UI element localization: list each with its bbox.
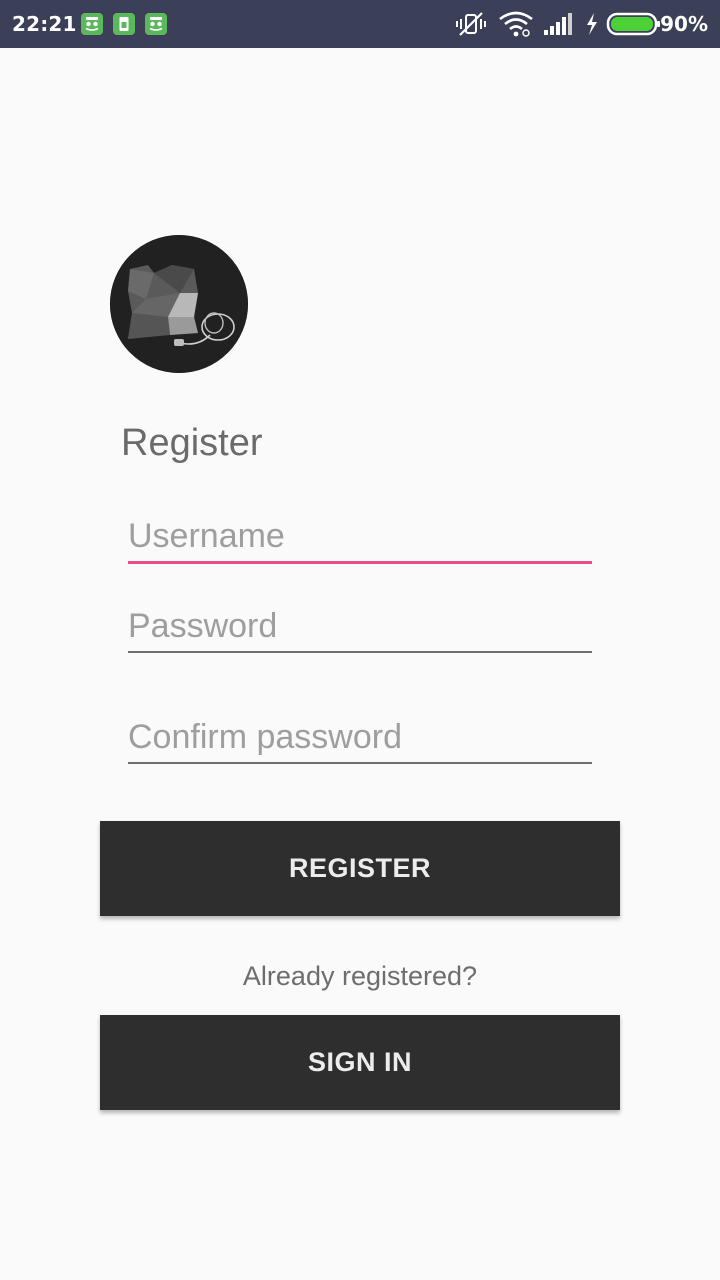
status-time: 22:21	[12, 12, 77, 36]
confirm-password-underline	[128, 762, 592, 764]
confirm-password-field-container	[128, 712, 592, 764]
register-button[interactable]: REGISTER	[100, 821, 620, 916]
wifi-icon	[498, 10, 534, 42]
password-field-container	[128, 601, 592, 653]
sign-in-button[interactable]: SIGN IN	[100, 1015, 620, 1110]
app-notification-icon	[81, 13, 103, 35]
avatar	[110, 235, 248, 373]
password-input[interactable]	[128, 601, 592, 651]
signal-icon	[542, 10, 574, 42]
sim-notification-icon	[113, 13, 135, 35]
page-title: Register	[121, 422, 263, 464]
username-field-container	[128, 511, 592, 564]
battery-percent: 90%	[660, 12, 708, 36]
app-notification-icon	[145, 13, 167, 35]
status-bar: 22:21 90%	[0, 0, 720, 48]
password-underline	[128, 651, 592, 653]
confirm-password-input[interactable]	[128, 712, 592, 762]
already-registered-text: Already registered?	[242, 961, 478, 991]
battery-icon	[606, 10, 662, 42]
charging-icon	[584, 10, 600, 42]
username-input[interactable]	[128, 511, 592, 561]
vibrate-off-icon	[456, 10, 486, 42]
username-underline	[128, 561, 592, 564]
avatar-image	[110, 235, 248, 373]
